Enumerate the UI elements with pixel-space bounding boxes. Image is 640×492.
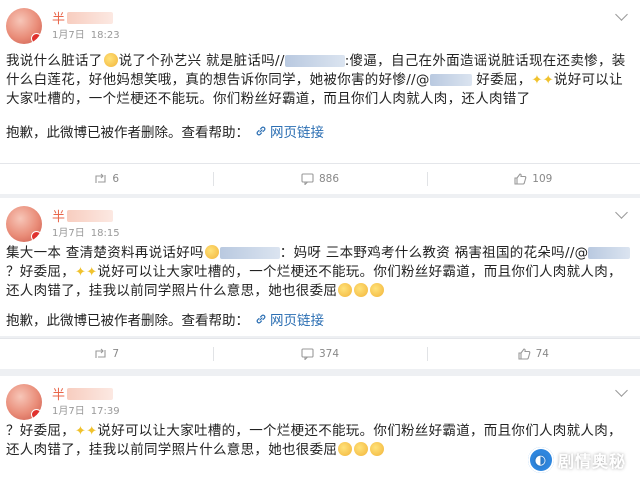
- verified-badge-icon: [31, 33, 42, 44]
- emoji-icon: [338, 283, 353, 297]
- post-timestamp[interactable]: 1月7日 18:15: [52, 224, 120, 239]
- post-timestamp[interactable]: 1月7日 17:39: [52, 402, 120, 417]
- deleted-notice: 抱歉，此微博已被作者删除。查看帮助： 网页链接: [0, 121, 640, 141]
- emoji-icon: [354, 442, 369, 456]
- star-icon: ✦: [531, 73, 543, 88]
- mention-link[interactable]: [219, 247, 280, 259]
- repost-icon: [95, 348, 106, 358]
- username[interactable]: 半: [52, 206, 114, 225]
- post-content: 我说什么脏话了 说了个孙艺兴 就是脏话吗//:傻逼，自己在外面造谣说脏话现在还卖惨…: [6, 53, 626, 107]
- deleted-notice: 抱歉，此微博已被作者删除。查看帮助： 网页链接: [0, 309, 640, 329]
- emoji-icon: [370, 283, 385, 297]
- username[interactable]: 半: [52, 384, 114, 403]
- link-icon: [256, 314, 266, 324]
- star-icon: ✦: [86, 424, 98, 439]
- weibo-post: 半 1月7日 17:39 ？好委屈，✦✦说好可以让大家吐槽的，一个烂梗还不能玩。你…: [0, 376, 640, 492]
- verified-badge-icon: [31, 231, 42, 242]
- star-icon: ✦: [542, 73, 554, 88]
- mention-link[interactable]: [588, 247, 631, 259]
- emoji-icon: [338, 442, 353, 456]
- comment-button[interactable]: 886: [213, 164, 426, 194]
- emoji-icon: [103, 53, 118, 67]
- emoji-icon: [354, 283, 369, 297]
- comment-icon: [301, 173, 314, 185]
- like-button[interactable]: 74: [426, 339, 640, 369]
- chevron-down-icon[interactable]: [615, 8, 628, 21]
- post-content: 集大一本 查清楚资料再说话好吗 ：妈呀 三本野鸡考什么教资 祸害祖国的花朵吗//@…: [0, 244, 640, 301]
- web-link[interactable]: 网页链接: [255, 309, 324, 329]
- username[interactable]: 半: [52, 8, 114, 27]
- star-icon: ✦: [75, 424, 87, 439]
- avatar[interactable]: [6, 206, 42, 242]
- chevron-down-icon[interactable]: [615, 384, 628, 397]
- repost-button[interactable]: 6: [0, 164, 213, 194]
- like-button[interactable]: 109: [426, 164, 640, 194]
- verified-badge-icon: [31, 409, 42, 420]
- watermark-logo-icon: ◐: [527, 447, 554, 473]
- mention-link[interactable]: [284, 55, 345, 67]
- emoji-icon: [370, 442, 385, 456]
- chevron-down-icon[interactable]: [615, 206, 628, 219]
- repost-icon: [95, 173, 106, 183]
- repost-button[interactable]: 7: [0, 339, 213, 369]
- like-icon: [514, 173, 527, 185]
- like-icon: [518, 348, 530, 360]
- watermark: ◐ 剧情奥秘: [527, 447, 626, 473]
- star-icon: ✦: [86, 265, 98, 280]
- avatar[interactable]: [6, 8, 42, 44]
- weibo-post: 半 1月7日 18:15 集大一本 查清楚资料再说话好吗 ：妈呀 三本野鸡考什么教资…: [0, 198, 640, 336]
- action-bar: 6 886 109: [0, 163, 640, 194]
- action-bar: 7 374 74: [0, 338, 640, 369]
- link-icon: [256, 126, 266, 136]
- post-timestamp[interactable]: 1月7日 18:23: [52, 26, 120, 41]
- weibo-post: 半 1月7日 18:23 我说什么脏话了 说了个孙艺兴 就是脏话吗//:傻逼，自己在…: [0, 0, 640, 168]
- comment-icon: [301, 348, 314, 360]
- star-icon: ✦: [75, 265, 87, 280]
- mention-link[interactable]: [429, 74, 472, 86]
- comment-button[interactable]: 374: [213, 339, 426, 369]
- web-link[interactable]: 网页链接: [255, 121, 324, 141]
- avatar[interactable]: [6, 384, 42, 420]
- emoji-icon: [204, 245, 219, 259]
